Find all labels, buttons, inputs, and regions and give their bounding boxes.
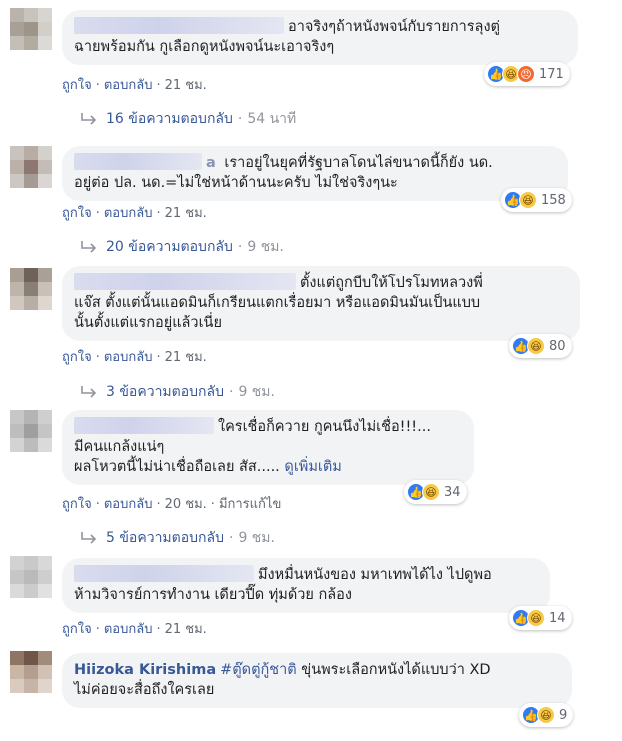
replies-time: 54 นาที	[247, 111, 297, 127]
reaction-summary[interactable]: 👍 😆 9	[519, 703, 574, 727]
commenter-name-redacted[interactable]	[74, 273, 296, 290]
angry-icon: 😠	[517, 65, 535, 83]
haha-icon: 😆	[527, 337, 545, 355]
comment-bubble: a เราอยู่ในยุคที่รัฐบาลโดนไล่ขนาดนี้ก็ยั…	[62, 146, 568, 201]
comment-text-line: มึงหมื่นหนังของ มหาเทพได้ไง ไปดูพอ	[258, 567, 492, 583]
reaction-summary[interactable]: 👍 😆 80	[509, 334, 572, 358]
comment-bubble: อาจริงๆถ้าหนังพจน์กับรายการลุงตู่ ฉายพร้…	[62, 10, 578, 65]
comment-actions: ถูกใจ · ตอบกลับ · 21 ชม.	[62, 622, 207, 637]
avatar[interactable]	[10, 8, 52, 50]
reply-button[interactable]: ตอบกลับ	[104, 622, 153, 637]
replies-time: 9 ชม.	[238, 384, 275, 400]
comment-text-line: อยู่ต่อ ปล. นด.=ไม่ใช่หน้าด้านนะครับ ไม่…	[74, 175, 398, 191]
comment-text-line: อาจริงๆถ้าหนังพจน์กับรายการลุงตู่	[288, 19, 500, 35]
reaction-count: 80	[549, 338, 566, 354]
comment-text-line: ขุ่นพระเลือกหนังได้แบบว่า XD	[301, 662, 491, 678]
haha-icon: 😆	[422, 483, 440, 501]
reply-arrow-icon	[81, 241, 97, 253]
comment-text-line: ใครเชื่อก็ควาย กูคนนึงไม่เชื่อ!!!...	[218, 419, 431, 435]
comment-text-line: แจ๊ส ตั้งแต่นั้นแอดมินก็เกรียนแตกเรื่อยม…	[74, 295, 481, 311]
replies-count[interactable]: 20 ข้อความตอบกลับ	[106, 236, 233, 258]
reaction-count: 14	[549, 610, 566, 626]
view-replies-link[interactable]: 5 ข้อความตอบกลับ · 9 ชม.	[80, 527, 275, 549]
avatar[interactable]	[10, 146, 52, 188]
comment-text-line: ตั้งแต่ถูกบีบให้โปรโมทหลวงพี่	[300, 275, 483, 291]
reaction-count: 9	[559, 707, 568, 723]
like-button[interactable]: ถูกใจ	[62, 78, 92, 93]
commenter-name-redacted[interactable]	[74, 17, 284, 34]
avatar[interactable]	[10, 651, 52, 693]
commenter-name-redacted[interactable]	[74, 417, 214, 434]
replies-time: 9 ชม.	[238, 530, 275, 546]
comment-text-line: ผลโหวตนี้ไม่น่าเชื่อถือเลย สัส.....	[74, 459, 280, 475]
reaction-summary[interactable]: 👍 😆 14	[509, 606, 572, 630]
avatar[interactable]	[10, 268, 52, 310]
comment-time[interactable]: 20 ชม.	[165, 497, 207, 512]
comment-time[interactable]: 21 ชม.	[165, 206, 207, 221]
reply-button[interactable]: ตอบกลับ	[104, 350, 153, 365]
haha-icon: 😆	[537, 706, 555, 724]
comment-actions: ถูกใจ · ตอบกลับ · 21 ชม.	[62, 78, 207, 93]
haha-icon: 😆	[519, 191, 537, 209]
comment-text-line: ห้ามวิจารย์การทำงาน เดียวปี๊ด ทุ่มด้วย ก…	[74, 587, 352, 603]
comment-actions: ถูกใจ · ตอบกลับ · 20 ชม. · มีการแก้ไข	[62, 497, 282, 512]
comment-text-line: ไม่ค่อยจะสื่อถึงใครเลย	[74, 682, 215, 698]
comment-actions: ถูกใจ · ตอบกลับ · 21 ชม.	[62, 206, 207, 221]
replies-count[interactable]: 3 ข้อความตอบกลับ	[106, 381, 224, 403]
edited-label[interactable]: มีการแก้ไข	[219, 497, 281, 512]
view-replies-link[interactable]: 3 ข้อความตอบกลับ · 9 ชม.	[80, 381, 275, 403]
haha-icon: 😆	[527, 609, 545, 627]
reply-arrow-icon	[81, 386, 97, 398]
commenter-name[interactable]: Hiizoka Kirishima	[74, 662, 216, 678]
see-more-link[interactable]: ดูเพิ่มเติม	[284, 459, 341, 475]
like-button[interactable]: ถูกใจ	[62, 497, 92, 512]
comment-bubble: ใครเชื่อก็ควาย กูคนนึงไม่เชื่อ!!!... มีค…	[62, 410, 474, 485]
like-button[interactable]: ถูกใจ	[62, 206, 92, 221]
commenter-name-redacted[interactable]	[74, 153, 202, 170]
replies-time: 9 ชม.	[247, 239, 284, 255]
reaction-summary[interactable]: 👍 😆 158	[501, 188, 572, 212]
reaction-summary[interactable]: 👍 😆 34	[404, 480, 467, 504]
reaction-count: 158	[541, 192, 566, 208]
hashtag-link[interactable]: #ตู๊ดตู่กู้ชาติ	[220, 662, 297, 678]
comment-text-line: นั้นตั้งแต่แรกอยู่แล้วเนี่ย	[74, 315, 222, 331]
comment-actions: ถูกใจ · ตอบกลับ · 21 ชม.	[62, 350, 207, 365]
comment-bubble: Hiizoka Kirishima #ตู๊ดตู่กู้ชาติ ขุ่นพระ…	[62, 653, 572, 708]
commenter-name[interactable]: a	[206, 155, 216, 171]
reaction-count: 171	[539, 66, 564, 82]
comment-text-line: ฉายพร้อมกัน กูเลือกดูหนังพจน์นะเอาจริงๆ	[74, 39, 335, 55]
avatar[interactable]	[10, 410, 52, 452]
replies-count[interactable]: 16 ข้อความตอบกลับ	[106, 108, 233, 130]
comment-time[interactable]: 21 ชม.	[165, 622, 207, 637]
avatar[interactable]	[10, 556, 52, 598]
like-button[interactable]: ถูกใจ	[62, 350, 92, 365]
comment-bubble: ตั้งแต่ถูกบีบให้โปรโมทหลวงพี่ แจ๊ส ตั้งแ…	[62, 266, 580, 341]
view-replies-link[interactable]: 20 ข้อความตอบกลับ · 9 ชม.	[80, 236, 284, 258]
comment-time[interactable]: 21 ชม.	[165, 350, 207, 365]
view-replies-link[interactable]: 16 ข้อความตอบกลับ · 54 นาที	[80, 108, 296, 130]
commenter-name-redacted[interactable]	[74, 565, 254, 582]
comment-bubble: มึงหมื่นหนังของ มหาเทพได้ไง ไปดูพอ ห้ามว…	[62, 558, 550, 613]
comment-time[interactable]: 21 ชม.	[165, 78, 207, 93]
reply-button[interactable]: ตอบกลับ	[104, 206, 153, 221]
like-button[interactable]: ถูกใจ	[62, 622, 92, 637]
reply-arrow-icon	[81, 532, 97, 544]
comment-text-line: เราอยู่ในยุคที่รัฐบาลโดนไล่ขนาดนี้ก็ยัง …	[224, 155, 493, 171]
reaction-count: 34	[444, 484, 461, 500]
replies-count[interactable]: 5 ข้อความตอบกลับ	[106, 527, 224, 549]
reply-arrow-icon	[81, 113, 97, 125]
reply-button[interactable]: ตอบกลับ	[104, 78, 153, 93]
comment-text-line: มีคนแกล้งแน่ๆ	[74, 439, 165, 455]
reaction-summary[interactable]: 👍 😆 😠 171	[484, 62, 570, 86]
reply-button[interactable]: ตอบกลับ	[104, 497, 153, 512]
